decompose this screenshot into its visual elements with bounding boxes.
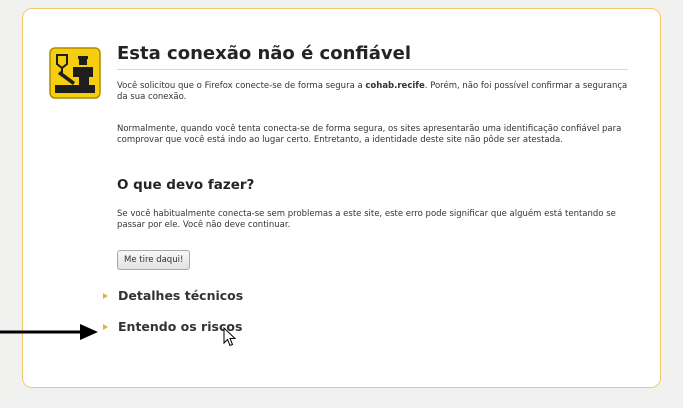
- technical-details-label: Detalhes técnicos: [118, 288, 244, 303]
- arrow-pointer-icon: [0, 324, 98, 340]
- advice-paragraph: Se você habitualmente conecta-se sem pro…: [117, 209, 616, 230]
- get-me-out-button[interactable]: Me tire daqui!: [117, 250, 191, 270]
- technical-details-expander[interactable]: Detalhes técnicos: [103, 288, 243, 303]
- mouse-cursor-icon: [223, 327, 237, 347]
- host-name: cohab.recife: [365, 81, 425, 91]
- error-page: Esta conexão não é confiável Você solici…: [0, 0, 683, 408]
- expander-triangle-icon: [103, 292, 108, 299]
- explanation-paragraph: Normalmente, quando você tenta conecta-s…: [117, 124, 622, 145]
- page-title: Esta conexão não é confiável: [117, 43, 411, 64]
- what-to-do-heading: O que devo fazer?: [117, 177, 255, 193]
- intro-paragraph: Você solicitou que o Firefox conecte-se …: [117, 81, 633, 103]
- intro-text-start: Você solicitou que o Firefox conecte-se …: [117, 81, 366, 91]
- policeman-warning-icon: [49, 47, 101, 99]
- title-divider: [117, 69, 628, 70]
- expander-triangle-icon: [103, 323, 108, 330]
- understand-risks-expander[interactable]: Entendo os riscos: [103, 319, 242, 334]
